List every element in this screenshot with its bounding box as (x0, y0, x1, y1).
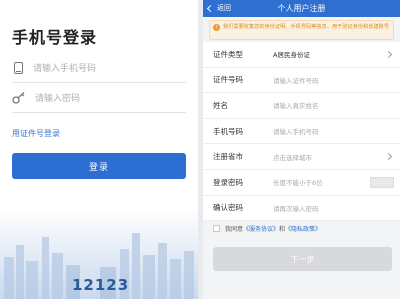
register-screen: 返回 个人用户注册 ! 我们需要收集您的身份证明、手机号码等信息，用于验证身份和… (203, 0, 400, 299)
page-title: 手机号登录 (12, 28, 98, 47)
privacy-policy-link[interactable]: 《隐私政策》 (285, 224, 321, 233)
privacy-notice: ! 我们需要收集您的身份证明、手机号码等信息，用于验证身份和创建账号 (209, 20, 394, 40)
agreement-row: 我同意 《服务协议》 和 《隐私政策》 (213, 224, 321, 233)
chevron-right-icon (384, 50, 393, 58)
form-row-id-number[interactable]: 证件号码 请输入证件号码 (203, 68, 400, 94)
id-number-input[interactable]: 请输入证件号码 (273, 75, 319, 85)
phone-field[interactable]: 请输入手机号码 (12, 53, 186, 83)
form-row-phone[interactable]: 手机号码 请输入手机号码 (203, 119, 400, 145)
page-title: 个人用户注册 (277, 4, 326, 13)
agree-prefix: 我同意 (225, 226, 244, 233)
field-label: 确认密码 (213, 203, 243, 213)
id-type-select[interactable]: A居民身份证 (273, 49, 310, 59)
agree-checkbox[interactable] (213, 225, 220, 232)
field-label: 登录密码 (213, 177, 243, 187)
phone-input[interactable]: 请输入手机号码 (273, 126, 319, 136)
service-agreement-link[interactable]: 《服务协议》 (243, 224, 279, 233)
password-field[interactable]: 请输入密码 (12, 83, 186, 113)
screenshot-stage: 手机号登录 请输入手机号码 请输入密码 用证件号登录 登录 12123 返回 个… (0, 0, 400, 299)
form-row-id-type[interactable]: 证件类型 A居民身份证 (203, 42, 400, 68)
password-input-placeholder[interactable]: 请输入密码 (35, 91, 80, 104)
field-label: 证件类型 (213, 49, 243, 59)
password-visibility-toggle[interactable] (370, 176, 394, 188)
field-label: 注册省市 (213, 152, 243, 162)
form-row-confirm-password[interactable]: 确认密码 请再次输入密码 (203, 196, 400, 222)
field-label: 手机号码 (213, 126, 243, 136)
login-button[interactable]: 登录 (12, 153, 186, 179)
field-label: 证件号码 (213, 75, 243, 85)
brand-logo-text: 12123 (72, 276, 130, 294)
cert-login-link[interactable]: 用证件号登录 (12, 128, 60, 139)
warning-icon: ! (213, 24, 220, 31)
phone-input-placeholder[interactable]: 请输入手机号码 (33, 61, 96, 74)
login-screen: 手机号登录 请输入手机号码 请输入密码 用证件号登录 登录 12123 (0, 0, 198, 299)
chevron-right-icon (384, 153, 393, 161)
city-select[interactable]: 点击选择城市 (273, 152, 312, 162)
form-row-password[interactable]: 登录密码 长度不能小于6位 (203, 170, 400, 196)
next-step-button[interactable]: 下一步 (213, 247, 392, 271)
top-navigation-bar: 返回 个人用户注册 (203, 0, 400, 17)
notice-text: 我们需要收集您的身份证明、手机号码等信息，用于验证身份和创建账号 (223, 24, 390, 30)
confirm-password-input[interactable]: 请再次输入密码 (273, 203, 319, 213)
name-input[interactable]: 请输入真实姓名 (273, 100, 319, 110)
field-label: 姓名 (213, 100, 228, 110)
phone-icon (14, 61, 23, 74)
key-icon (12, 91, 25, 104)
password-input[interactable]: 长度不能小于6位 (273, 177, 323, 187)
registration-form: 证件类型 A居民身份证 证件号码 请输入证件号码 姓名 请输入真实姓名 手机号码… (203, 42, 400, 222)
form-row-province-city[interactable]: 注册省市 点击选择城市 (203, 144, 400, 170)
form-row-name[interactable]: 姓名 请输入真实姓名 (203, 93, 400, 119)
